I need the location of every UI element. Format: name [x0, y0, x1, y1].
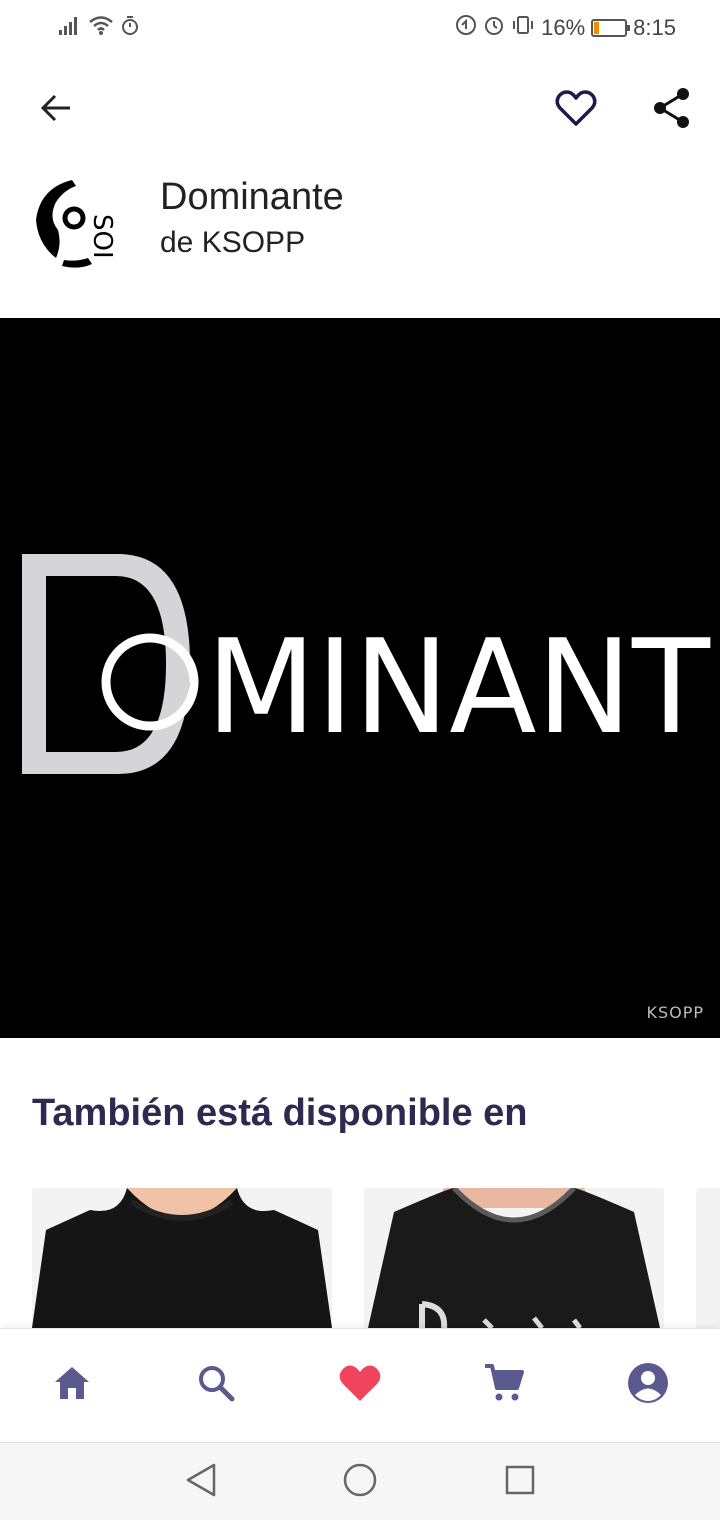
bottom-navigation [0, 1328, 720, 1442]
account-icon [627, 1362, 669, 1409]
product-card-long-sleeve-women[interactable] [364, 1188, 664, 1328]
tshirt-men-image [32, 1188, 332, 1328]
back-button[interactable] [32, 86, 80, 134]
app-bar [0, 56, 720, 166]
heart-outline-icon [555, 89, 597, 132]
nav-search[interactable] [188, 1357, 244, 1413]
triangle-back-icon [184, 1462, 218, 1503]
system-recents-button[interactable] [495, 1457, 545, 1507]
nav-cart[interactable] [476, 1357, 532, 1413]
nav-account[interactable] [620, 1357, 676, 1413]
svg-text:SOI: SOI [87, 214, 117, 259]
product-card-long-sleeve-men[interactable] [32, 1188, 332, 1328]
artwork-graphic: MINANT [22, 554, 711, 774]
artwork-letters: MINANT [206, 611, 711, 763]
vibrate-icon [511, 14, 535, 42]
status-left [58, 14, 140, 41]
share-button[interactable] [648, 86, 696, 134]
product-artist[interactable]: de KSOPP [160, 226, 305, 260]
artist-avatar[interactable]: SOI [32, 174, 128, 270]
alarm-icon [483, 14, 505, 42]
share-icon [652, 87, 692, 134]
status-bar: 16% 8:15 [0, 0, 720, 56]
data-saver-icon [455, 14, 477, 42]
wifi-icon [88, 14, 114, 41]
clock: 8:15 [633, 15, 676, 40]
nav-home[interactable] [44, 1357, 100, 1413]
also-available-list [32, 1188, 720, 1328]
battery-fill [594, 22, 600, 34]
battery-icon [591, 19, 631, 37]
status-right: 16% 8:15 [455, 14, 676, 42]
system-back-button[interactable] [176, 1457, 226, 1507]
also-available-title: También está disponible en [32, 1092, 528, 1134]
tshirt-women-image [364, 1188, 664, 1328]
favorite-button[interactable] [552, 86, 600, 134]
timer-icon [120, 14, 140, 41]
arrow-left-icon [38, 90, 74, 131]
home-icon [52, 1364, 92, 1407]
ksopp-logo-icon: SOI [32, 174, 128, 270]
battery-percent: 16% [541, 15, 586, 40]
search-icon [196, 1363, 236, 1408]
artwork-watermark: KSOPP [646, 1003, 704, 1022]
system-home-button[interactable] [335, 1457, 385, 1507]
cart-icon [483, 1362, 525, 1409]
square-recents-icon [504, 1464, 536, 1501]
nav-favorites[interactable] [332, 1357, 388, 1413]
product-card-third[interactable] [696, 1188, 720, 1328]
heart-icon [338, 1363, 382, 1408]
signal-icon [58, 14, 82, 41]
product-header: SOI Dominante de KSOPP [0, 166, 720, 318]
product-artwork[interactable]: MINANT KSOPP [0, 318, 720, 1038]
product-title: Dominante [160, 176, 344, 218]
circle-home-icon [342, 1462, 378, 1503]
system-navigation-bar [0, 1442, 720, 1520]
